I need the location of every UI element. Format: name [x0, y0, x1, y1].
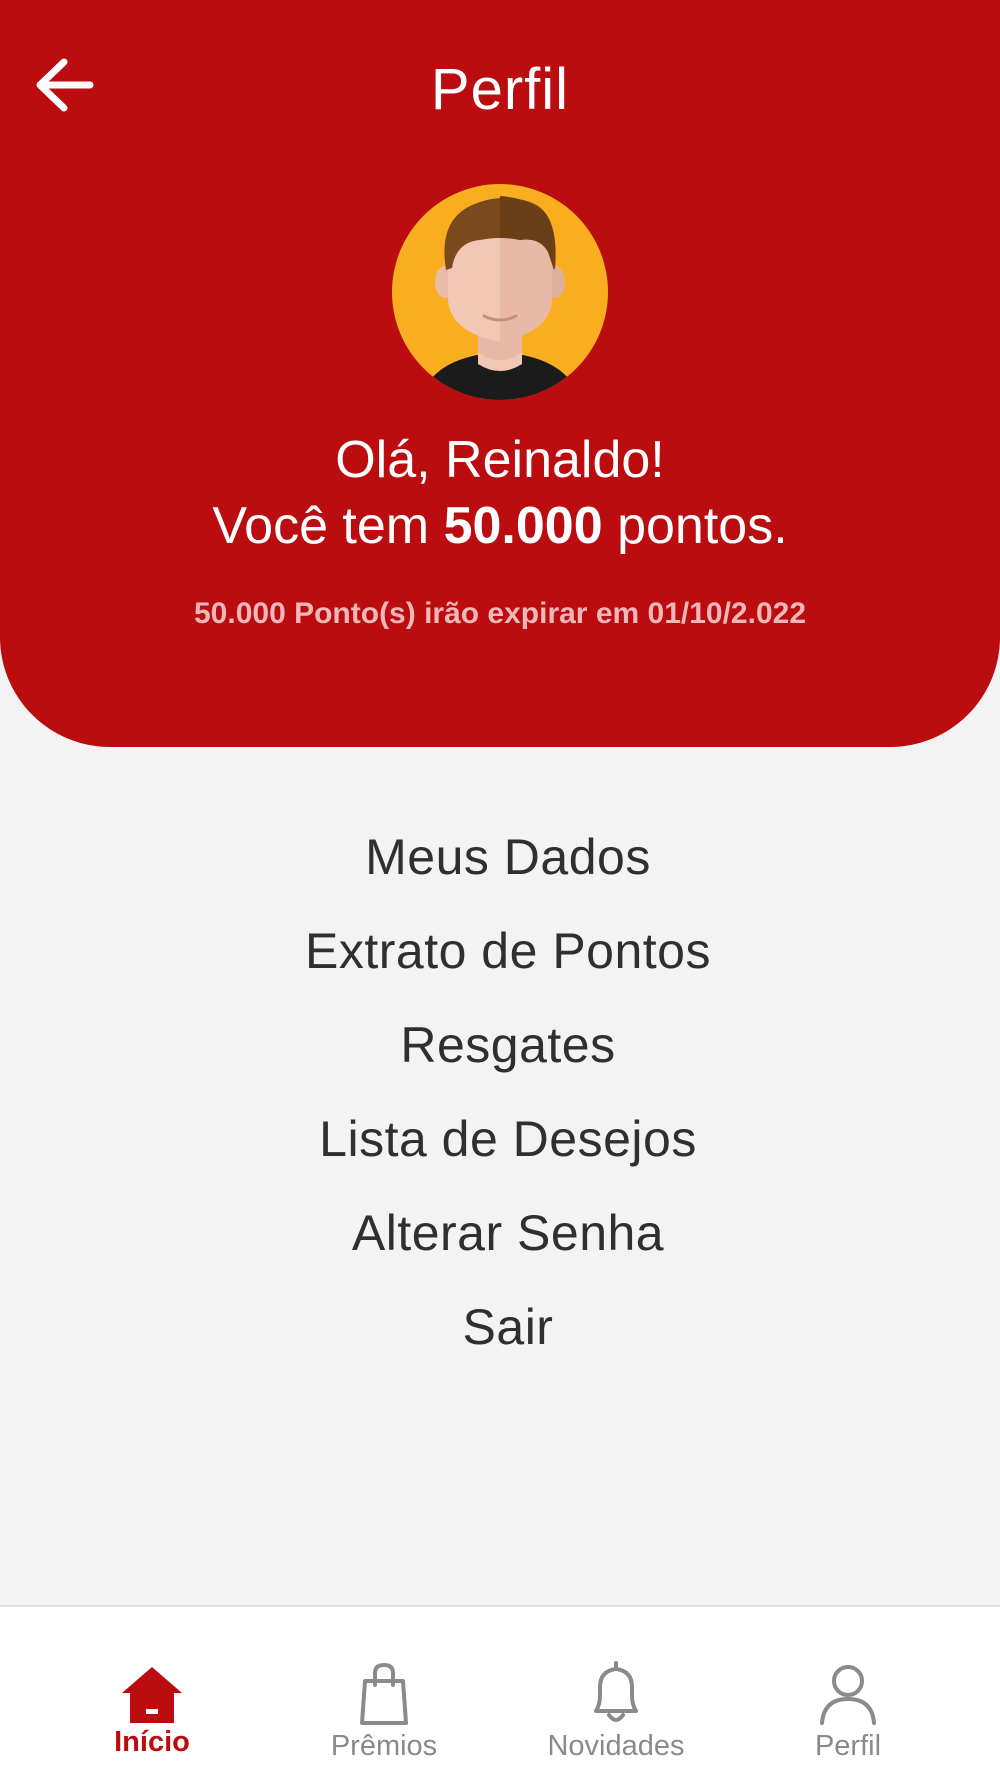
tab-inicio[interactable]: Início: [36, 1607, 268, 1780]
menu-item-resgates[interactable]: Resgates: [0, 998, 1000, 1092]
shopping-bag-icon: [360, 1662, 408, 1725]
menu-item-alterar-senha[interactable]: Alterar Senha: [0, 1186, 1000, 1280]
greeting-text: Olá, Reinaldo!: [335, 431, 665, 489]
menu-item-sair[interactable]: Sair: [0, 1280, 1000, 1374]
profile-menu: Meus Dados Extrato de Pontos Resgates Li…: [0, 810, 1000, 1374]
points-summary: Você tem 50.000 pontos.: [0, 494, 1000, 558]
avatar: [390, 182, 610, 402]
home-icon: [122, 1667, 182, 1723]
points-expiry-note: 50.000 Ponto(s) irão expirar em 01/10/2.…: [194, 597, 806, 630]
menu-item-extrato-de-pontos[interactable]: Extrato de Pontos: [0, 904, 1000, 998]
bottom-tab-bar: Início Prêmios Novidades Perfil: [0, 1605, 1000, 1780]
points-value: 50.000: [443, 497, 603, 555]
menu-item-meus-dados[interactable]: Meus Dados: [0, 810, 1000, 904]
profile-header: Perfil Olá, Reinaldo! Você tem 50.000 po…: [0, 0, 1000, 747]
tab-label: Novidades: [547, 1730, 685, 1762]
tab-perfil[interactable]: Perfil: [732, 1607, 964, 1780]
menu-item-lista-de-desejos[interactable]: Lista de Desejos: [0, 1092, 1000, 1186]
tab-label: Início: [114, 1726, 190, 1758]
tab-novidades[interactable]: Novidades: [500, 1607, 732, 1780]
tab-premios[interactable]: Prêmios: [268, 1607, 500, 1780]
tab-label: Perfil: [814, 1730, 882, 1762]
user-icon: [820, 1665, 876, 1725]
points-prefix: Você tem: [212, 497, 430, 555]
page-title: Perfil: [430, 57, 570, 122]
points-suffix: pontos.: [617, 497, 788, 555]
bell-icon: [594, 1661, 638, 1722]
tab-label: Prêmios: [330, 1730, 438, 1762]
